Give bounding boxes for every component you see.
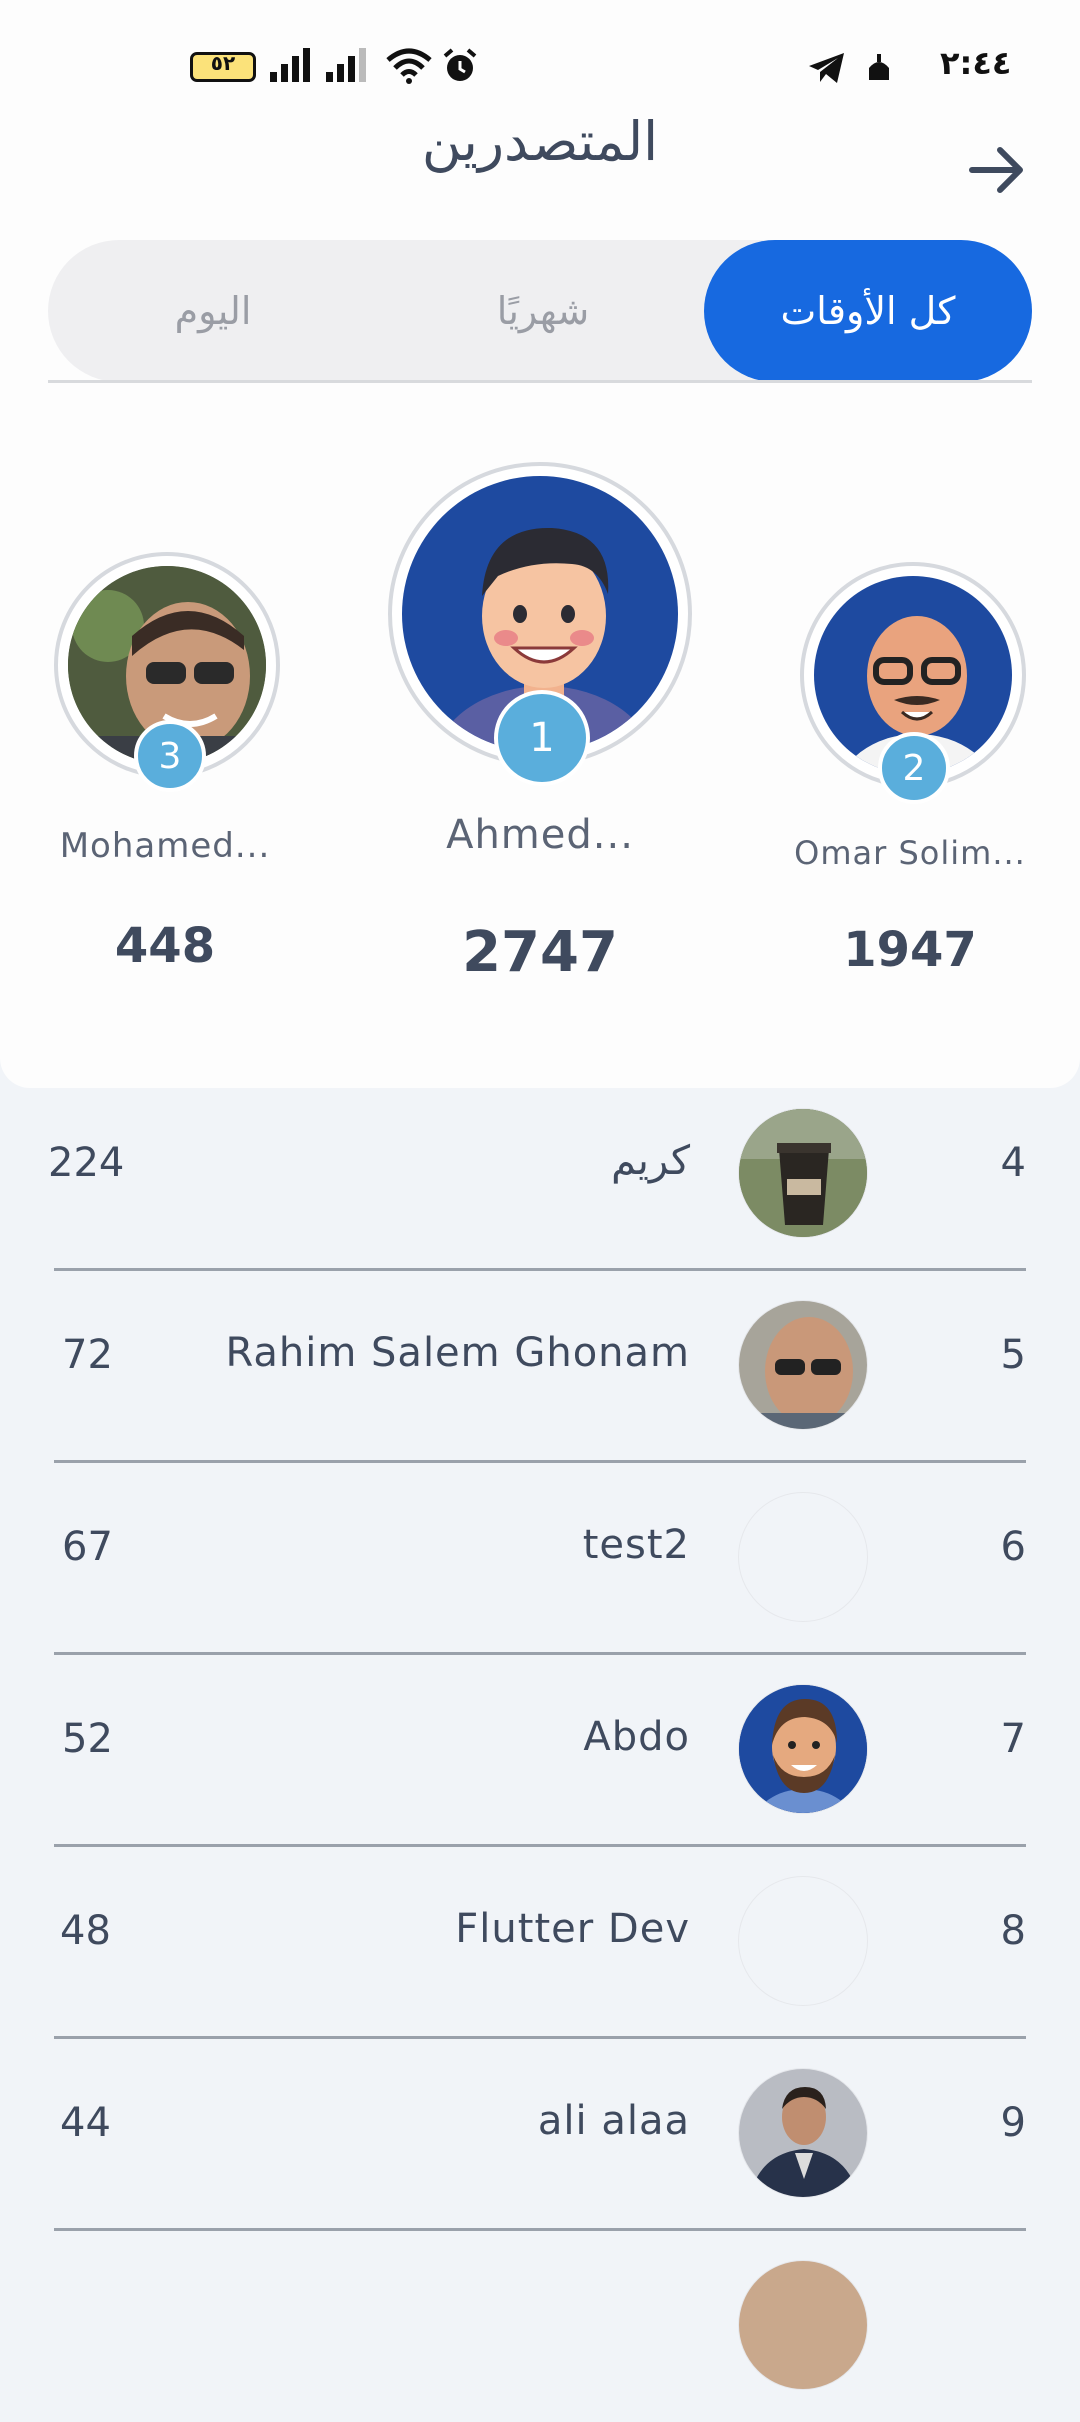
user-name: Flutter Dev (455, 1906, 690, 1952)
third-place-rank: 3 (158, 735, 182, 777)
telegram-icon (809, 53, 844, 83)
tab-monthly-label: شهريًا (496, 289, 590, 333)
tab-today-label: اليوم (174, 289, 252, 333)
arrow-right-icon[interactable] (962, 140, 1032, 200)
row-divider (54, 2036, 1026, 2039)
third-place-score: 448 (114, 918, 216, 974)
status-bar: ٥٢ ٢:٤٤ (0, 0, 1080, 120)
alarm-icon (443, 48, 477, 81)
leaderboard-list: 4 كريم 224 5 Rahim Salem Ghonam 72 6 tes… (0, 1080, 1080, 2390)
first-place-score: 2747 (462, 920, 618, 985)
rank-number: 6 (1000, 1524, 1026, 1570)
rank-number: 9 (1000, 2100, 1026, 2146)
mosque-icon (869, 54, 889, 80)
clock: ٢:٤٤ (940, 44, 1012, 82)
row-divider (54, 1652, 1026, 1655)
list-item[interactable]: 9 ali alaa 44 (0, 2040, 1080, 2231)
page-title: المتصدرين (421, 110, 659, 173)
man-suit-photo-icon (739, 2069, 867, 2197)
second-place-score: 1947 (843, 922, 977, 978)
list-item[interactable]: 7 Abdo 52 (0, 1656, 1080, 1847)
user-score: 224 (48, 1140, 125, 1186)
user-name: كريم (611, 1138, 690, 1184)
tab-monthly[interactable]: شهريًا (378, 240, 708, 382)
third-place-rank-badge: 3 (134, 720, 206, 792)
tabs-divider (48, 380, 1032, 383)
coffee-cup-photo-icon (739, 1109, 867, 1237)
rank-number: 7 (1000, 1716, 1026, 1762)
first-place-rank-badge: 1 (494, 690, 590, 786)
battery-icon: ٥٢ (190, 51, 256, 82)
list-item[interactable] (0, 2232, 1080, 2422)
user-score: 52 (62, 1716, 113, 1762)
wifi-icon (386, 48, 432, 84)
row-divider (54, 2228, 1026, 2231)
signal-icon (270, 48, 366, 82)
user-score: 72 (62, 1332, 113, 1378)
empty-avatar (738, 1492, 868, 1622)
list-item[interactable]: 5 Rahim Salem Ghonam 72 (0, 1272, 1080, 1463)
first-place-name: Ahmed... (446, 812, 634, 858)
list-item[interactable]: 4 كريم 224 (0, 1080, 1080, 1271)
user-name: Abdo (583, 1714, 690, 1760)
period-tabs: اليوم شهريًا كل الأوقات (48, 240, 1032, 382)
user-score: 67 (62, 1524, 113, 1570)
bearded-man-cartoon-icon (739, 1685, 867, 1813)
tab-all-time[interactable]: كل الأوقات (704, 240, 1032, 382)
avatar (738, 2068, 868, 2198)
user-score: 44 (60, 2100, 111, 2146)
user-score: 48 (60, 1908, 111, 1954)
user-name: Rahim Salem Ghonam (225, 1330, 690, 1376)
avatar (738, 1300, 868, 1430)
second-place-name: Omar Solim... (794, 834, 1026, 872)
man-sunglasses-photo-icon (739, 1301, 867, 1429)
row-divider (54, 1268, 1026, 1271)
second-place-rank-badge: 2 (878, 732, 950, 804)
third-place-name: Mohamed... (59, 826, 271, 866)
list-item[interactable]: 8 Flutter Dev 48 (0, 1848, 1080, 2039)
rank-number: 8 (1000, 1908, 1026, 1954)
avatar (738, 1108, 868, 1238)
row-divider (54, 1460, 1026, 1463)
empty-avatar (738, 1876, 868, 2006)
tab-today[interactable]: اليوم (48, 240, 378, 382)
header: المتصدرين (0, 110, 1080, 230)
rank-number: 4 (1000, 1140, 1026, 1186)
tab-all-time-label: كل الأوقات (780, 289, 956, 333)
row-divider (54, 1844, 1026, 1847)
rank-number: 5 (1000, 1332, 1026, 1378)
battery-level: ٥٢ (210, 51, 236, 75)
user-name: test2 (582, 1522, 690, 1568)
second-place-rank: 2 (902, 747, 926, 789)
list-item[interactable]: 6 test2 67 (0, 1464, 1080, 1655)
avatar (738, 1684, 868, 1814)
first-place-rank: 1 (529, 715, 555, 761)
podium-card: اليوم شهريًا كل الأوقات 1 Ahmed... 2747 … (0, 230, 1080, 1088)
user-name: ali alaa (537, 2098, 690, 2144)
avatar (738, 2260, 868, 2390)
